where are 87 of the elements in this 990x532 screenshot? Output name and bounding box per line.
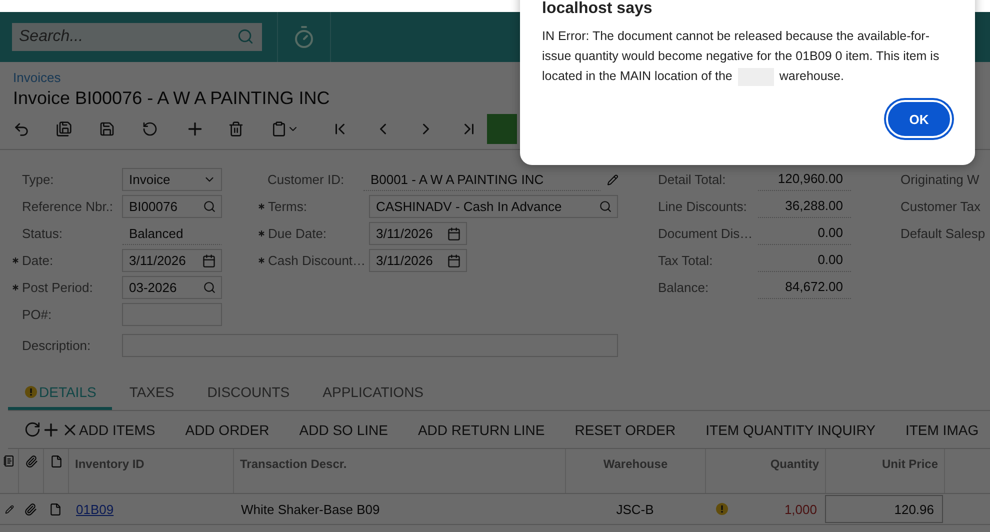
refresh-icon	[24, 421, 41, 438]
toolbar-button[interactable]: ADD ORDER	[185, 422, 270, 438]
field-label: Type:	[22, 172, 55, 187]
edit-icon[interactable]	[606, 174, 618, 186]
total-value: 84,672.00	[758, 276, 851, 299]
back-arrow-icon	[13, 120, 30, 138]
toolbar-button[interactable]: RESET ORDER	[574, 422, 676, 438]
field-label: Tax Total:	[658, 253, 714, 268]
field-label: Default Salesp	[900, 226, 986, 241]
ok-button[interactable]: OK	[886, 100, 952, 138]
lookup-field[interactable]: BI00076	[122, 195, 222, 218]
dialog-message: IN Error: The document cannot be released because the available-for-issue quantity would become negative for the 01B09 0 item. This item is located in the MAIN location of the warehouse.	[542, 26, 953, 86]
field-label: Detail Total:	[658, 172, 727, 187]
column-header[interactable]: Unit Price	[825, 449, 944, 493]
warning-icon	[716, 503, 728, 515]
search-icon	[203, 200, 216, 213]
calendar-icon	[447, 254, 461, 268]
search-icon	[203, 281, 216, 294]
file-icon[interactable]	[49, 502, 62, 516]
field-label: Line Discounts:	[658, 199, 748, 214]
field-label: Description:	[22, 338, 92, 353]
column-header[interactable]: Inventory ID	[68, 449, 233, 493]
field-label: Date:	[22, 253, 54, 268]
attachment-icon[interactable]	[24, 502, 37, 516]
clipboard-icon	[271, 121, 287, 137]
tab[interactable]: DISCOUNTS	[190, 376, 306, 410]
calendar-icon	[202, 254, 216, 268]
table-cell: JSC-B	[616, 502, 654, 516]
search-field[interactable]: Search...	[12, 23, 262, 51]
dropdown-field[interactable]: Invoice	[122, 168, 222, 191]
inventory-link[interactable]: 01B09	[76, 502, 114, 516]
save-icon	[99, 121, 115, 137]
edit-icon	[4, 504, 14, 514]
table-cell: White Shaker-Base B09	[241, 502, 380, 516]
breadcrumb-link[interactable]: Invoices	[13, 70, 61, 85]
dialog-title: localhost says	[542, 0, 654, 18]
table-cell: 1,000	[784, 502, 817, 516]
required-icon	[12, 257, 19, 264]
toolbar-button[interactable]: ITEM QUANTITY INQUIRY	[706, 422, 876, 438]
column-header[interactable]: Transaction Descr.	[233, 449, 565, 493]
required-icon	[258, 257, 265, 264]
file-icon	[50, 455, 62, 468]
total-value: 120,960.00	[758, 168, 851, 191]
date-field[interactable]: 3/11/2026	[369, 249, 467, 272]
field-label: Customer Tax	[900, 199, 980, 214]
field-label: Status:	[22, 226, 64, 241]
total-value: 0.00	[758, 222, 851, 245]
field-label: Due Date:	[268, 226, 328, 241]
date-field[interactable]: 3/11/2026	[369, 222, 467, 245]
toolbar-button[interactable]: ADD RETURN LINE	[418, 422, 545, 438]
required-icon	[12, 284, 19, 291]
page-title: Invoice BI00076 - A W A PAINTING INC	[13, 88, 331, 109]
total-value: 0.00	[758, 249, 851, 272]
price-field[interactable]: 120.96	[825, 495, 943, 523]
column-header[interactable]: Quantity	[705, 449, 825, 493]
tab[interactable]: APPLICATIONS	[306, 376, 440, 410]
trash-icon	[228, 121, 244, 137]
field-label: Originating W	[900, 172, 980, 187]
field-label: Cash Discount…	[268, 253, 367, 268]
field-label: Customer ID:	[268, 172, 346, 187]
field-label: Document Dis…	[658, 226, 754, 241]
search-icon	[237, 28, 254, 45]
search-icon	[599, 200, 612, 213]
calendar-icon	[447, 226, 461, 240]
toolbar-button[interactable]: ITEM IMAG	[905, 422, 979, 438]
toolbar-button[interactable]: ADD SO LINE	[299, 422, 388, 438]
timer-icon	[292, 25, 316, 49]
total-value: 36,288.00	[758, 195, 851, 218]
notes-icon	[3, 455, 15, 467]
field-label: Balance:	[658, 280, 710, 295]
field-label: PO#:	[22, 307, 53, 322]
toolbar-button[interactable]: ADD ITEMS	[79, 422, 156, 438]
column-header[interactable]: Warehouse	[565, 449, 705, 493]
lookup-field[interactable]: 03-2026	[122, 276, 222, 299]
field-label: Post Period:	[22, 280, 94, 295]
attachment-icon	[24, 455, 38, 468]
save-all-icon	[56, 121, 72, 137]
required-icon	[258, 230, 265, 237]
lookup-field[interactable]: CASHINADV - Cash In Advance	[369, 195, 618, 218]
field-label: Terms:	[268, 199, 308, 214]
refresh-button[interactable]	[24, 421, 41, 438]
date-field[interactable]: 3/11/2026	[122, 249, 222, 272]
undo-icon	[142, 121, 158, 137]
tab[interactable]: DETAILS	[8, 376, 112, 410]
field-label: Reference Nbr.:	[22, 199, 114, 214]
tab[interactable]: TAXES	[112, 376, 190, 410]
required-icon	[258, 203, 265, 210]
